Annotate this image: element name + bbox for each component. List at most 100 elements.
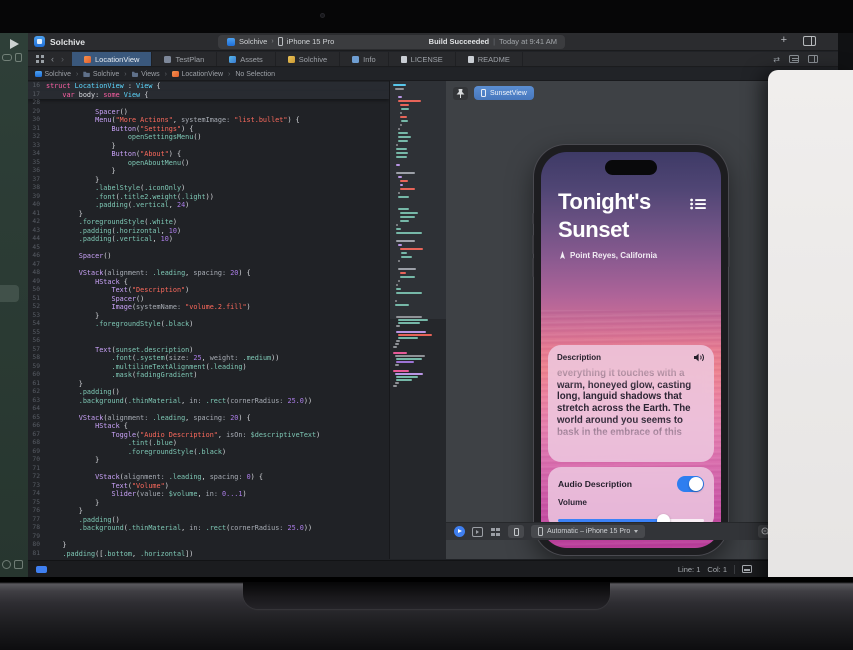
breadcrumb-item[interactable]: Solchive xyxy=(35,71,71,78)
code-line[interactable]: 51 Spacer() xyxy=(28,295,389,304)
code-line[interactable]: 55 xyxy=(28,329,389,338)
code-line[interactable]: 46 Spacer() xyxy=(28,252,389,261)
scheme-project-label[interactable]: Solchive xyxy=(239,37,267,46)
code-line[interactable]: 43 .padding(.horizontal, 10) xyxy=(28,227,389,236)
code-line[interactable]: 40 .padding(.vertical, 24) xyxy=(28,201,389,210)
code-line[interactable]: 72 VStack(alignment: .leading, spacing: … xyxy=(28,473,389,482)
minimap-toggle-icon[interactable] xyxy=(789,55,799,63)
code-text[interactable]: 16struct LocationView : View {17 var bod… xyxy=(28,82,389,558)
tab-solchive[interactable]: Solchive xyxy=(276,52,340,66)
code-line[interactable]: 80 } xyxy=(28,541,389,550)
code-line[interactable]: 16struct LocationView : View { xyxy=(28,82,389,91)
add-button[interactable]: + xyxy=(781,35,787,46)
live-preview-mode-button[interactable] xyxy=(454,526,465,537)
forward-button[interactable]: › xyxy=(61,52,64,67)
code-line[interactable]: 49 HStack { xyxy=(28,278,389,287)
code-line[interactable]: 78 .background(.thinMaterial, in: .rect(… xyxy=(28,524,389,533)
code-line[interactable]: 73 Text("Volume") xyxy=(28,482,389,491)
code-line[interactable]: 58 .font(.system(size: 25, weight: .medi… xyxy=(28,354,389,363)
inspector-toggle-icon[interactable] xyxy=(803,36,816,46)
run-destination-label[interactable]: iPhone 15 Pro xyxy=(287,37,335,46)
code-line[interactable]: 56 xyxy=(28,337,389,346)
code-line[interactable]: 77 .padding() xyxy=(28,516,389,525)
minimap-visible-region[interactable] xyxy=(390,81,446,319)
related-items-icon[interactable] xyxy=(36,55,44,63)
preview-name-tag[interactable]: SunsetView xyxy=(474,86,534,100)
code-line[interactable]: 62 .padding() xyxy=(28,388,389,397)
minimap[interactable] xyxy=(389,81,446,559)
code-line[interactable]: 44 .padding(.vertical, 10) xyxy=(28,235,389,244)
code-line[interactable]: 50 Text("Description") xyxy=(28,286,389,295)
device-settings-button[interactable] xyxy=(508,525,524,538)
selectable-mode-button[interactable] xyxy=(472,527,483,537)
back-button[interactable]: ‹ xyxy=(51,52,54,67)
code-line[interactable]: 34 Button("About") { xyxy=(28,150,389,159)
code-line[interactable]: 54 .foregroundStyle(.black) xyxy=(28,320,389,329)
code-line[interactable]: 65 VStack(alignment: .leading, spacing: … xyxy=(28,414,389,423)
code-line[interactable]: 29 Spacer() xyxy=(28,108,389,117)
counterparts-icon[interactable]: ⇄ xyxy=(773,55,780,64)
tab-testplan[interactable]: TestPlan xyxy=(152,52,217,66)
code-line[interactable]: 76 } xyxy=(28,507,389,516)
code-line[interactable]: 79 xyxy=(28,533,389,542)
code-line[interactable]: 70 } xyxy=(28,456,389,465)
device-frame-icon[interactable] xyxy=(15,53,22,62)
code-line[interactable]: 32 openSettingsMenu() xyxy=(28,133,389,142)
code-line[interactable]: 53 } xyxy=(28,312,389,321)
code-line[interactable]: 64 xyxy=(28,405,389,414)
tab-info[interactable]: Info xyxy=(340,52,389,66)
code-line[interactable]: 48 VStack(alignment: .leading, spacing: … xyxy=(28,269,389,278)
code-line[interactable]: 31 Button("Settings") { xyxy=(28,125,389,134)
breakpoint-indicator[interactable] xyxy=(36,566,47,573)
activity-view[interactable]: Solchive › iPhone 15 Pro Build Succeeded… xyxy=(218,35,565,49)
device-selector[interactable]: Automatic – iPhone 15 Pro xyxy=(531,525,645,538)
square-icon[interactable] xyxy=(14,560,23,569)
speaker-icon[interactable] xyxy=(694,353,705,362)
preview-name-label[interactable]: SunsetView xyxy=(490,90,527,97)
variants-mode-button[interactable] xyxy=(490,527,501,537)
code-line[interactable]: 47 xyxy=(28,261,389,270)
code-line[interactable]: 61 } xyxy=(28,380,389,389)
code-line[interactable]: 68 .tint(.blue) xyxy=(28,439,389,448)
code-line[interactable]: 52 Image(systemName: "volume.2.fill") xyxy=(28,303,389,312)
code-line[interactable]: 39 .font(.title2.weight(.light)) xyxy=(28,193,389,202)
breadcrumb-item[interactable]: Solchive xyxy=(83,71,119,78)
code-line[interactable]: 45 xyxy=(28,244,389,253)
code-line[interactable]: 75 } xyxy=(28,499,389,508)
code-line[interactable]: 41 } xyxy=(28,210,389,219)
code-line[interactable]: 42 .foregroundStyle(.white) xyxy=(28,218,389,227)
display-icon[interactable] xyxy=(742,565,752,573)
list-bullet-icon[interactable] xyxy=(690,197,706,215)
code-line[interactable]: 38 .labelStyle(.iconOnly) xyxy=(28,184,389,193)
audio-description-toggle[interactable] xyxy=(677,476,704,492)
code-line[interactable]: 63 .background(.thinMaterial, in: .rect(… xyxy=(28,397,389,406)
tab-license[interactable]: LICENSE xyxy=(389,52,456,66)
code-line[interactable]: 74 Slider(value: $volume, in: 0...1) xyxy=(28,490,389,499)
code-line[interactable]: 33 } xyxy=(28,142,389,151)
code-line[interactable]: 17 var body: some View { xyxy=(28,91,389,100)
breadcrumb-item[interactable]: LocationView xyxy=(172,71,223,78)
code-line[interactable]: 59 .multilineTextAlignment(.leading) xyxy=(28,363,389,372)
code-line[interactable]: 28 xyxy=(28,99,389,108)
breadcrumb-item[interactable]: No Selection xyxy=(235,71,275,78)
code-line[interactable]: 36 } xyxy=(28,167,389,176)
code-line[interactable]: 67 Toggle("Audio Description", isOn: $de… xyxy=(28,431,389,440)
iphone-preview[interactable]: Tonight's Sunset Point R xyxy=(534,145,728,555)
tab-locationview[interactable]: LocationView xyxy=(72,52,152,66)
source-editor[interactable]: 16struct LocationView : View {17 var bod… xyxy=(28,81,446,559)
code-line[interactable]: 60 .mask(fadingGradient) xyxy=(28,371,389,380)
code-line[interactable]: 37 } xyxy=(28,176,389,185)
window-pill-icon[interactable] xyxy=(2,54,12,61)
code-line[interactable]: 57 Text(sunset.description) xyxy=(28,346,389,355)
pin-preview-button[interactable] xyxy=(453,87,468,100)
circle-icon[interactable] xyxy=(2,560,11,569)
code-line[interactable]: 35 openAboutMenu() xyxy=(28,159,389,168)
code-line[interactable]: 69 .foregroundStyle(.black) xyxy=(28,448,389,457)
tab-assets[interactable]: Assets xyxy=(217,52,276,66)
code-line[interactable]: 81 .padding([.bottom, .horizontal]) xyxy=(28,550,389,559)
run-button[interactable] xyxy=(6,37,22,51)
add-editor-icon[interactable] xyxy=(808,55,818,63)
code-line[interactable]: 30 Menu("More Actions", systemImage: "li… xyxy=(28,116,389,125)
tab-readme[interactable]: README xyxy=(456,52,523,66)
breadcrumb-item[interactable]: Views xyxy=(132,71,160,78)
